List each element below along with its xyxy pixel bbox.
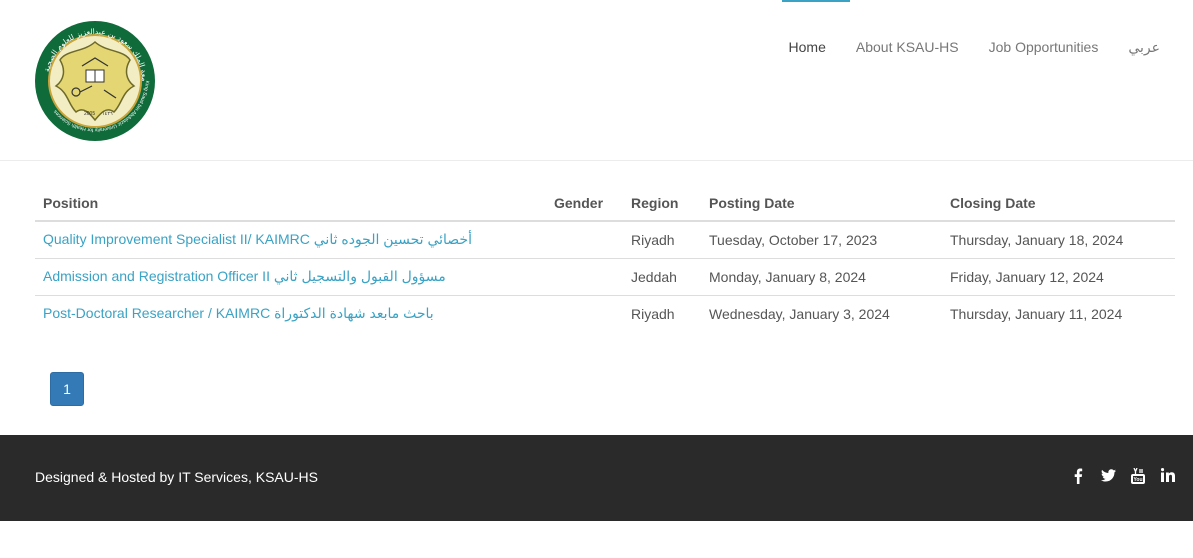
- job-link[interactable]: Quality Improvement Specialist II/ KAIMR…: [43, 231, 472, 247]
- header-position[interactable]: Position: [35, 185, 546, 222]
- svg-text:١٤٢٦: ١٤٢٦: [102, 111, 113, 117]
- header-gender[interactable]: Gender: [546, 185, 623, 222]
- position-cell: Post-Doctoral Researcher / KAIMRC باحث م…: [35, 294, 546, 332]
- footer-credit: Designed & Hosted by IT Services, KSAU-H…: [35, 469, 318, 485]
- job-link[interactable]: Post-Doctoral Researcher / KAIMRC باحث م…: [43, 305, 434, 321]
- university-logo[interactable]: 2005 ١٤٢٦ جامعة الملك سعود بن عبدالعزيز …: [31, 13, 156, 142]
- posting-date-cell: Tuesday, October 17, 2023: [709, 231, 878, 248]
- closing-date-cell: Thursday, January 18, 2024: [950, 231, 1124, 248]
- posting-date-cell: Monday, January 8, 2024: [701, 257, 942, 295]
- nav-about-link[interactable]: About KSAU-HS: [841, 38, 974, 56]
- main-nav: Home About KSAU-HS Job Opportunities عرب…: [774, 38, 1160, 56]
- table-row: Admission and Registration Officer II مس…: [35, 257, 1175, 295]
- youtube-icon[interactable]: You: [1130, 467, 1146, 486]
- region-cell: Riyadh: [631, 231, 675, 248]
- table-header-row: Position Gender Region Posting Date Clos…: [35, 185, 1175, 222]
- svg-text:2005: 2005: [84, 111, 95, 117]
- nav-jobs-link[interactable]: Job Opportunities: [974, 38, 1114, 56]
- gender-cell: [546, 294, 623, 332]
- table-row: Quality Improvement Specialist II/ KAIMR…: [35, 221, 1175, 258]
- posting-date-cell: Wednesday, January 3, 2024: [701, 294, 942, 332]
- header-region[interactable]: Region: [623, 185, 701, 222]
- social-links: You: [1070, 467, 1176, 486]
- linkedin-icon[interactable]: [1160, 468, 1176, 486]
- twitter-icon[interactable]: [1100, 468, 1116, 486]
- site-footer: Designed & Hosted by IT Services, KSAU-H…: [0, 435, 1193, 521]
- header-posting-date[interactable]: Posting Date: [701, 185, 942, 222]
- university-seal-icon: 2005 ١٤٢٦ جامعة الملك سعود بن عبدالعزيز …: [31, 13, 155, 141]
- job-link[interactable]: Admission and Registration Officer II مس…: [43, 268, 446, 284]
- facebook-icon[interactable]: [1070, 468, 1086, 486]
- position-cell: Admission and Registration Officer II مس…: [35, 257, 546, 295]
- position-cell: Quality Improvement Specialist II/ KAIMR…: [35, 221, 546, 258]
- nav-active-indicator: [782, 0, 850, 2]
- table-row: Post-Doctoral Researcher / KAIMRC باحث م…: [35, 294, 1175, 332]
- closing-date-cell: Friday, January 12, 2024: [942, 257, 1175, 295]
- pagination: 1: [50, 372, 84, 406]
- nav-arabic-link[interactable]: عربي: [1113, 38, 1160, 56]
- region-cell: Jeddah: [623, 257, 701, 295]
- svg-text:You: You: [1133, 477, 1142, 483]
- gender-cell: [546, 221, 623, 258]
- site-header: 2005 ١٤٢٦ جامعة الملك سعود بن عبدالعزيز …: [0, 0, 1193, 161]
- header-closing-date[interactable]: Closing Date: [942, 185, 1175, 222]
- page-1-button[interactable]: 1: [50, 372, 84, 406]
- closing-date-cell: Thursday, January 11, 2024: [942, 294, 1175, 332]
- gender-cell: [546, 257, 623, 295]
- nav-home-link[interactable]: Home: [774, 38, 841, 56]
- job-listings-table: Position Gender Region Posting Date Clos…: [35, 185, 1175, 332]
- region-cell: Riyadh: [623, 294, 701, 332]
